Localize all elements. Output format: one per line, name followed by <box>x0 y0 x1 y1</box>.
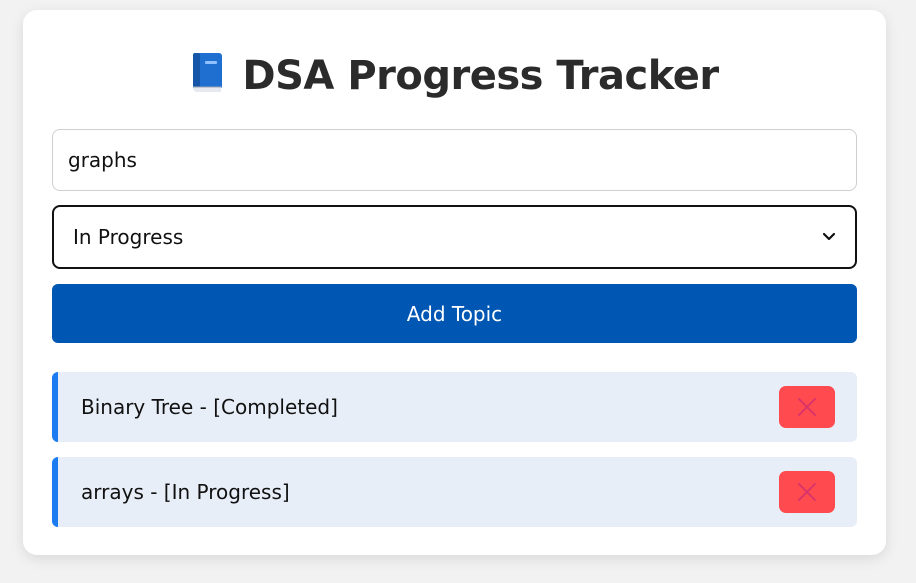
topic-label: arrays - [In Progress] <box>81 480 290 504</box>
topic-label: Binary Tree - [Completed] <box>81 395 338 419</box>
topic-list: Binary Tree - [Completed] arrays - [In P… <box>52 372 857 542</box>
close-icon <box>798 483 816 501</box>
list-item: Binary Tree - [Completed] <box>52 372 857 442</box>
chevron-down-icon <box>822 232 836 241</box>
topic-input[interactable] <box>52 129 857 191</box>
page-title-text: DSA Progress Tracker <box>242 53 719 99</box>
page-title: DSA Progress Tracker <box>23 52 886 100</box>
status-select-value: In Progress <box>73 225 184 249</box>
list-item: arrays - [In Progress] <box>52 457 857 527</box>
status-select[interactable]: In Progress <box>52 205 857 269</box>
add-topic-button[interactable]: Add Topic <box>52 284 857 343</box>
delete-topic-button[interactable] <box>779 471 835 513</box>
tracker-card: DSA Progress Tracker In Progress Add Top… <box>23 10 886 555</box>
blue-book-icon <box>190 52 224 94</box>
add-topic-button-label: Add Topic <box>406 301 503 326</box>
delete-topic-button[interactable] <box>779 386 835 428</box>
close-icon <box>798 398 816 416</box>
